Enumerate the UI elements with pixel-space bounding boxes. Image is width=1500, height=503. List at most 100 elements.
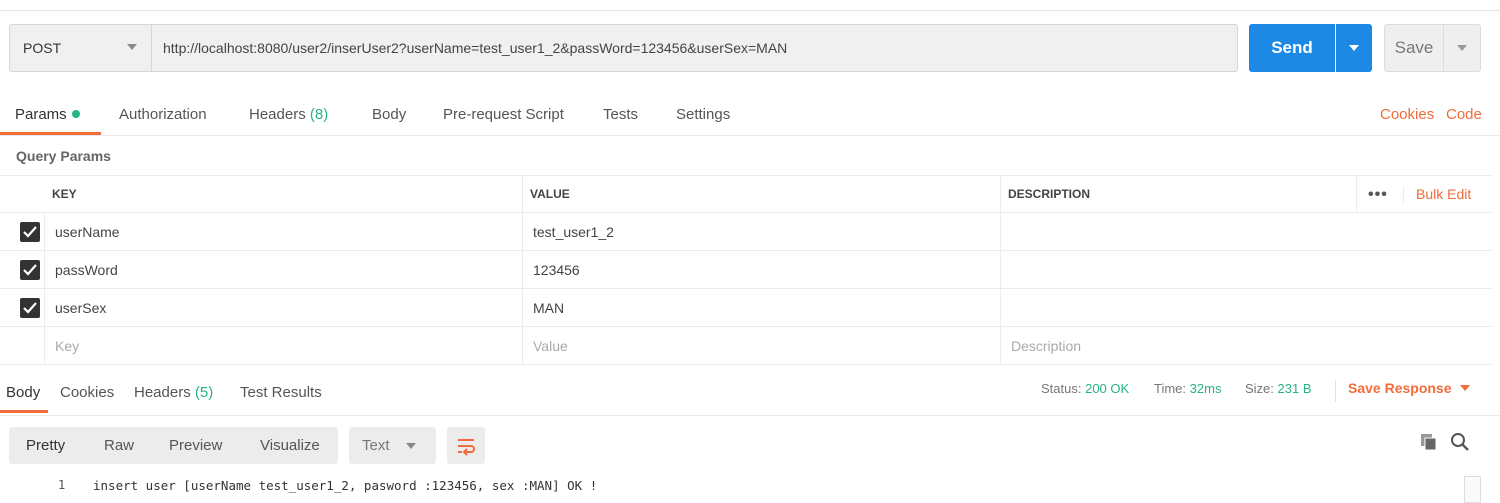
headers-count: (8) bbox=[309, 106, 329, 123]
send-button[interactable]: Send bbox=[1249, 24, 1335, 72]
checkbox[interactable] bbox=[20, 222, 40, 242]
status-indicator[interactable]: Status: 200 OK bbox=[1041, 381, 1129, 396]
param-value[interactable]: MAN bbox=[533, 289, 564, 326]
response-format-group: Pretty Raw Preview Visualize bbox=[9, 427, 338, 464]
save-options-button[interactable] bbox=[1444, 24, 1481, 72]
tab-settings[interactable]: Settings bbox=[676, 106, 730, 123]
tab-headers[interactable]: Headers (8) bbox=[249, 106, 328, 123]
cookies-link[interactable]: Cookies bbox=[1380, 106, 1434, 123]
chevron-down-icon bbox=[127, 44, 137, 50]
column-divider bbox=[44, 289, 45, 326]
query-params-title: Query Params bbox=[16, 148, 111, 164]
size-label: Size: bbox=[1245, 381, 1274, 396]
chevron-down-icon bbox=[1457, 45, 1467, 51]
table-row: passWord 123456 bbox=[0, 251, 1492, 289]
column-divider bbox=[522, 251, 523, 288]
scrollbar[interactable] bbox=[1464, 476, 1481, 503]
tab-authorization[interactable]: Authorization bbox=[119, 106, 207, 123]
column-divider bbox=[1403, 186, 1404, 204]
param-value[interactable]: test_user1_2 bbox=[533, 213, 614, 250]
response-code-line: 1 insert user [userName test_user1_2, pa… bbox=[0, 476, 1500, 496]
send-options-button[interactable] bbox=[1336, 24, 1372, 72]
tab-params[interactable]: Params bbox=[15, 106, 80, 123]
column-divider bbox=[1000, 176, 1001, 212]
new-description-input[interactable]: Description bbox=[1011, 327, 1081, 364]
column-divider bbox=[1000, 289, 1001, 326]
time-indicator[interactable]: Time: 32ms bbox=[1154, 381, 1221, 396]
description-column-header: DESCRIPTION bbox=[1008, 187, 1091, 201]
tab-response-body[interactable]: Body bbox=[6, 384, 40, 401]
tab-response-headers-label: Headers bbox=[134, 384, 191, 401]
status-value: 200 OK bbox=[1085, 381, 1130, 396]
format-raw[interactable]: Raw bbox=[104, 437, 134, 454]
time-label: Time: bbox=[1154, 381, 1187, 396]
tab-params-label: Params bbox=[15, 106, 67, 123]
checkbox[interactable] bbox=[20, 260, 40, 280]
column-divider bbox=[522, 176, 523, 212]
chevron-down-icon bbox=[1459, 385, 1470, 391]
table-row-new: Key Value Description bbox=[0, 327, 1492, 365]
param-key[interactable]: userName bbox=[55, 213, 120, 250]
param-key[interactable]: passWord bbox=[55, 251, 118, 288]
tab-tests[interactable]: Tests bbox=[603, 106, 638, 123]
request-tabs: Params Authorization Headers (8) Body Pr… bbox=[0, 96, 1500, 136]
column-divider bbox=[1000, 251, 1001, 288]
column-divider bbox=[1356, 176, 1357, 212]
tab-test-results[interactable]: Test Results bbox=[240, 384, 322, 401]
method-label: POST bbox=[23, 40, 62, 56]
checkbox[interactable] bbox=[20, 298, 40, 318]
status-label: Status: bbox=[1041, 381, 1082, 396]
column-divider bbox=[1000, 213, 1001, 250]
wrap-lines-icon bbox=[458, 439, 475, 456]
chevron-down-icon bbox=[1349, 45, 1359, 51]
code-link[interactable]: Code bbox=[1446, 106, 1482, 123]
table-row: userName test_user1_2 bbox=[0, 213, 1492, 251]
wrap-lines-button[interactable] bbox=[447, 427, 485, 464]
tab-body[interactable]: Body bbox=[372, 106, 406, 123]
new-key-input[interactable]: Key bbox=[55, 327, 79, 364]
url-input[interactable]: http://localhost:8080/user2/inserUser2?u… bbox=[151, 24, 1238, 72]
tab-response-cookies[interactable]: Cookies bbox=[60, 384, 114, 401]
tab-prerequest-script[interactable]: Pre-request Script bbox=[443, 106, 564, 123]
bulk-edit-link[interactable]: Bulk Edit bbox=[1416, 186, 1471, 202]
column-divider bbox=[44, 251, 45, 288]
response-type-select[interactable]: Text bbox=[349, 427, 436, 464]
column-divider bbox=[522, 213, 523, 250]
column-divider bbox=[522, 327, 523, 364]
response-type-label: Text bbox=[362, 437, 390, 454]
format-visualize[interactable]: Visualize bbox=[260, 437, 320, 454]
save-response-label: Save Response bbox=[1348, 380, 1452, 396]
line-number: 1 bbox=[58, 478, 66, 492]
new-value-input[interactable]: Value bbox=[533, 327, 568, 364]
save-response-button[interactable]: Save Response bbox=[1348, 380, 1470, 396]
save-button[interactable]: Save bbox=[1384, 24, 1444, 72]
response-headers-count: (5) bbox=[194, 384, 214, 401]
size-indicator[interactable]: Size: 231 B bbox=[1245, 381, 1312, 396]
copy-icon[interactable] bbox=[1419, 432, 1439, 455]
tab-response-headers[interactable]: Headers (5) bbox=[134, 384, 213, 401]
response-tabs: Body Cookies Headers (5) Test Results St… bbox=[0, 366, 1500, 416]
params-header-row: KEY VALUE DESCRIPTION ••• Bulk Edit bbox=[0, 175, 1492, 213]
response-body-text[interactable]: insert user [userName test_user1_2, pasw… bbox=[93, 478, 597, 493]
param-value[interactable]: 123456 bbox=[533, 251, 580, 288]
size-value: 231 B bbox=[1277, 381, 1312, 396]
format-preview[interactable]: Preview bbox=[169, 437, 222, 454]
column-divider bbox=[44, 327, 45, 364]
request-url-bar: POST http://localhost:8080/user2/inserUs… bbox=[0, 0, 1500, 96]
url-text: http://localhost:8080/user2/inserUser2?u… bbox=[163, 40, 788, 56]
search-icon[interactable] bbox=[1450, 432, 1470, 455]
param-key[interactable]: userSex bbox=[55, 289, 106, 326]
value-column-header: VALUE bbox=[530, 187, 570, 201]
active-dot-icon bbox=[71, 110, 80, 118]
column-divider bbox=[1000, 327, 1001, 364]
time-value: 32ms bbox=[1189, 381, 1222, 396]
table-row: userSex MAN bbox=[0, 289, 1492, 327]
more-options-icon[interactable]: ••• bbox=[1368, 186, 1388, 204]
active-tab-indicator bbox=[0, 410, 48, 413]
method-select[interactable]: POST bbox=[9, 24, 151, 72]
active-tab-indicator bbox=[0, 132, 101, 135]
chevron-down-icon bbox=[406, 443, 416, 449]
key-column-header: KEY bbox=[52, 187, 77, 201]
column-divider bbox=[522, 289, 523, 326]
format-pretty[interactable]: Pretty bbox=[26, 437, 65, 454]
